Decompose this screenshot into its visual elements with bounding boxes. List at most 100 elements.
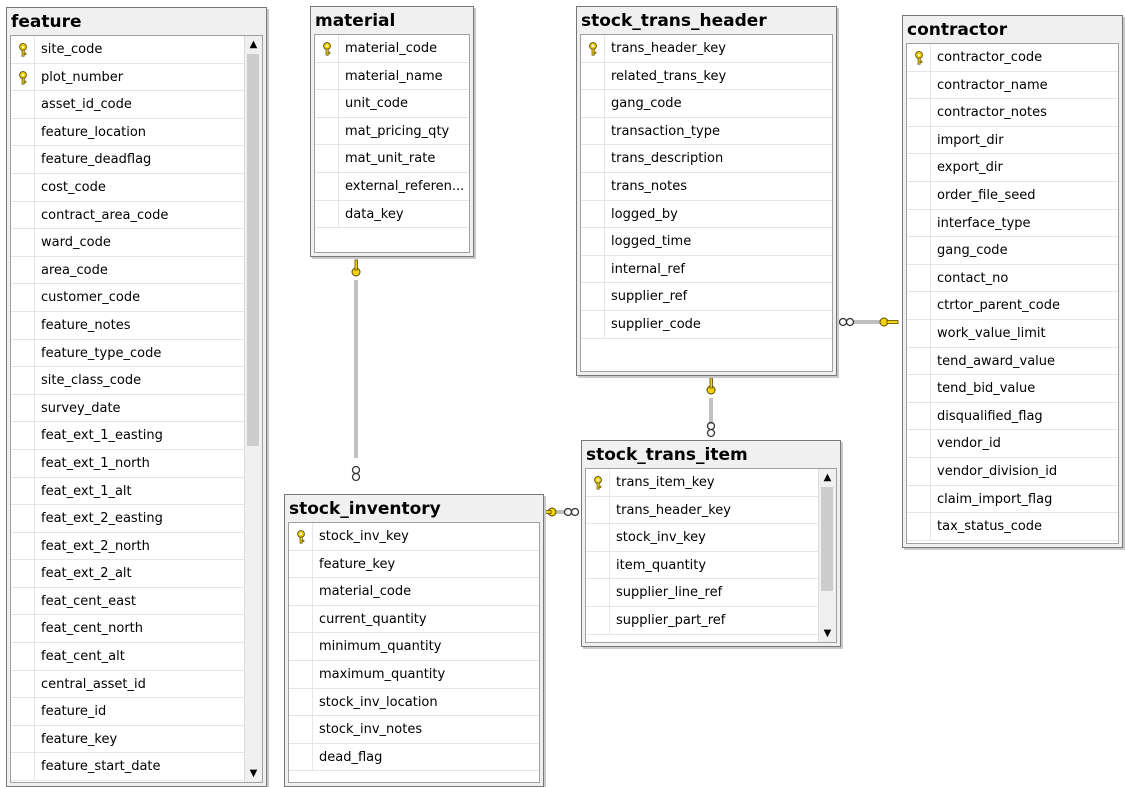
column-row[interactable]: export_dir (907, 154, 1118, 182)
table-stock-inventory[interactable]: stock_inventory stock_inv_key feature_key… (284, 494, 544, 787)
column-list[interactable]: stock_inv_key feature_key material_code cur… (288, 522, 540, 783)
column-row[interactable]: trans_header_key (581, 35, 832, 63)
column-row[interactable]: related_trans_key (581, 62, 832, 91)
table-stock-trans-header[interactable]: stock_trans_header trans_header_key relat… (576, 6, 837, 376)
table-title[interactable]: contractor (903, 16, 1122, 42)
relationship-material-stock-inventory[interactable] (351, 259, 361, 482)
column-row[interactable]: disqualified_flag (907, 402, 1118, 431)
table-title[interactable]: stock_inventory (285, 495, 543, 521)
column-row[interactable]: item_quantity (586, 551, 819, 580)
column-row[interactable]: trans_notes (581, 172, 832, 201)
scrollbar-thumb[interactable] (821, 487, 833, 591)
column-row[interactable]: unit_code (315, 90, 469, 118)
column-row[interactable]: contractor_notes (907, 99, 1118, 127)
column-row[interactable]: feature_key (289, 550, 539, 579)
column-row[interactable]: site_class_code (11, 367, 245, 395)
column-row[interactable]: supplier_part_ref (586, 606, 819, 635)
vertical-scrollbar[interactable]: ▲ ▼ (818, 469, 836, 642)
column-row[interactable]: site_code (11, 36, 245, 64)
table-title[interactable]: stock_trans_item (582, 441, 840, 467)
column-row[interactable]: supplier_code (581, 310, 832, 339)
column-row[interactable]: import_dir (907, 126, 1118, 155)
column-row[interactable]: minimum_quantity (289, 633, 539, 661)
vertical-scrollbar[interactable]: ▲ ▼ (244, 36, 262, 782)
relationship-header-contractor[interactable] (838, 317, 899, 327)
column-row[interactable]: gang_code (907, 237, 1118, 265)
column-row[interactable]: contractor_name (907, 71, 1118, 100)
column-row[interactable]: central_asset_id (11, 670, 245, 699)
column-row[interactable]: tax_status_code (907, 513, 1118, 541)
column-row[interactable]: feat_ext_2_easting (11, 505, 245, 533)
column-row[interactable]: logged_by (581, 200, 832, 229)
column-row[interactable]: feature_type_code (11, 339, 245, 368)
scrollbar-thumb[interactable] (247, 54, 259, 446)
column-row[interactable]: feat_cent_alt (11, 643, 245, 671)
column-row[interactable]: cost_code (11, 173, 245, 202)
table-contractor[interactable]: contractor contractor_code contractor_nam… (902, 15, 1123, 548)
column-list[interactable]: trans_header_key related_trans_key gang_co… (580, 34, 833, 372)
column-row[interactable]: feature_deadflag (11, 146, 245, 174)
table-material[interactable]: material material_code material_name unit_… (310, 6, 474, 257)
column-row[interactable]: trans_item_key (586, 469, 819, 497)
column-row[interactable]: asset_id_code (11, 91, 245, 119)
column-row[interactable]: tend_bid_value (907, 375, 1118, 403)
table-title[interactable]: stock_trans_header (577, 7, 836, 33)
column-row[interactable]: order_file_seed (907, 181, 1118, 210)
column-list[interactable]: trans_item_key trans_header_key stock_inv_… (585, 468, 837, 643)
column-row[interactable]: feat_ext_2_north (11, 532, 245, 561)
column-row[interactable]: transaction_type (581, 117, 832, 146)
column-row[interactable]: stock_inv_key (289, 523, 539, 551)
column-row[interactable]: feature_start_date (11, 753, 245, 782)
column-row[interactable]: data_key (315, 200, 469, 229)
column-row[interactable]: feature_notes (11, 311, 245, 340)
column-row[interactable]: internal_ref (581, 255, 832, 284)
column-row[interactable]: logged_time (581, 228, 832, 256)
column-row[interactable]: stock_inv_key (586, 524, 819, 552)
column-row[interactable]: feature_key (11, 725, 245, 754)
column-row[interactable]: customer_code (11, 284, 245, 312)
column-row[interactable]: trans_description (581, 145, 832, 173)
column-row[interactable]: contractor_code (907, 44, 1118, 72)
column-row[interactable]: plot_number (11, 63, 245, 92)
column-row[interactable]: current_quantity (289, 605, 539, 634)
column-row[interactable]: feat_ext_1_easting (11, 422, 245, 450)
column-row[interactable]: ward_code (11, 229, 245, 257)
column-row[interactable]: area_code (11, 256, 245, 285)
column-row[interactable]: material_name (315, 62, 469, 91)
column-row[interactable]: supplier_ref (581, 283, 832, 311)
scroll-up-arrow-icon[interactable]: ▲ (819, 469, 836, 486)
column-row[interactable]: vendor_division_id (907, 457, 1118, 486)
table-title[interactable]: material (311, 7, 473, 33)
column-row[interactable]: tend_award_value (907, 347, 1118, 376)
column-row[interactable]: ctrtor_parent_code (907, 292, 1118, 320)
column-row[interactable]: feature_location (11, 118, 245, 147)
column-row[interactable]: external_referen... (315, 172, 469, 201)
table-feature[interactable]: feature site_code plot_number asset_id_cod… (6, 7, 267, 787)
column-row[interactable]: supplier_line_ref (586, 579, 819, 607)
column-row[interactable]: vendor_id (907, 430, 1118, 458)
column-row[interactable]: mat_unit_rate (315, 145, 469, 173)
column-row[interactable]: work_value_limit (907, 319, 1118, 348)
scroll-down-arrow-icon[interactable]: ▼ (819, 625, 836, 642)
relationship-header-item[interactable] (706, 377, 716, 438)
column-row[interactable]: material_code (289, 578, 539, 606)
column-row[interactable]: feat_ext_1_alt (11, 477, 245, 506)
column-row[interactable]: dead_flag (289, 743, 539, 772)
column-row[interactable]: trans_header_key (586, 496, 819, 525)
relationship-inventory-item[interactable] (543, 507, 580, 517)
column-list[interactable]: site_code plot_number asset_id_code feature… (10, 35, 263, 783)
column-row[interactable]: contact_no (907, 264, 1118, 293)
column-row[interactable]: stock_inv_location (289, 688, 539, 717)
column-row[interactable]: feat_ext_1_north (11, 449, 245, 478)
column-row[interactable]: claim_import_flag (907, 485, 1118, 514)
column-row[interactable]: stock_inv_notes (289, 716, 539, 744)
scroll-up-arrow-icon[interactable]: ▲ (245, 36, 262, 53)
column-row[interactable]: feat_ext_2_alt (11, 560, 245, 588)
table-title[interactable]: feature (7, 8, 266, 34)
table-stock-trans-item[interactable]: stock_trans_item trans_item_key trans_hea… (581, 440, 841, 647)
column-list[interactable]: contractor_code contractor_name contractor… (906, 43, 1119, 544)
scroll-down-arrow-icon[interactable]: ▼ (245, 765, 262, 782)
column-list[interactable]: material_code material_name unit_code mat_p… (314, 34, 470, 253)
column-row[interactable]: feat_cent_east (11, 587, 245, 616)
column-row[interactable]: gang_code (581, 90, 832, 118)
